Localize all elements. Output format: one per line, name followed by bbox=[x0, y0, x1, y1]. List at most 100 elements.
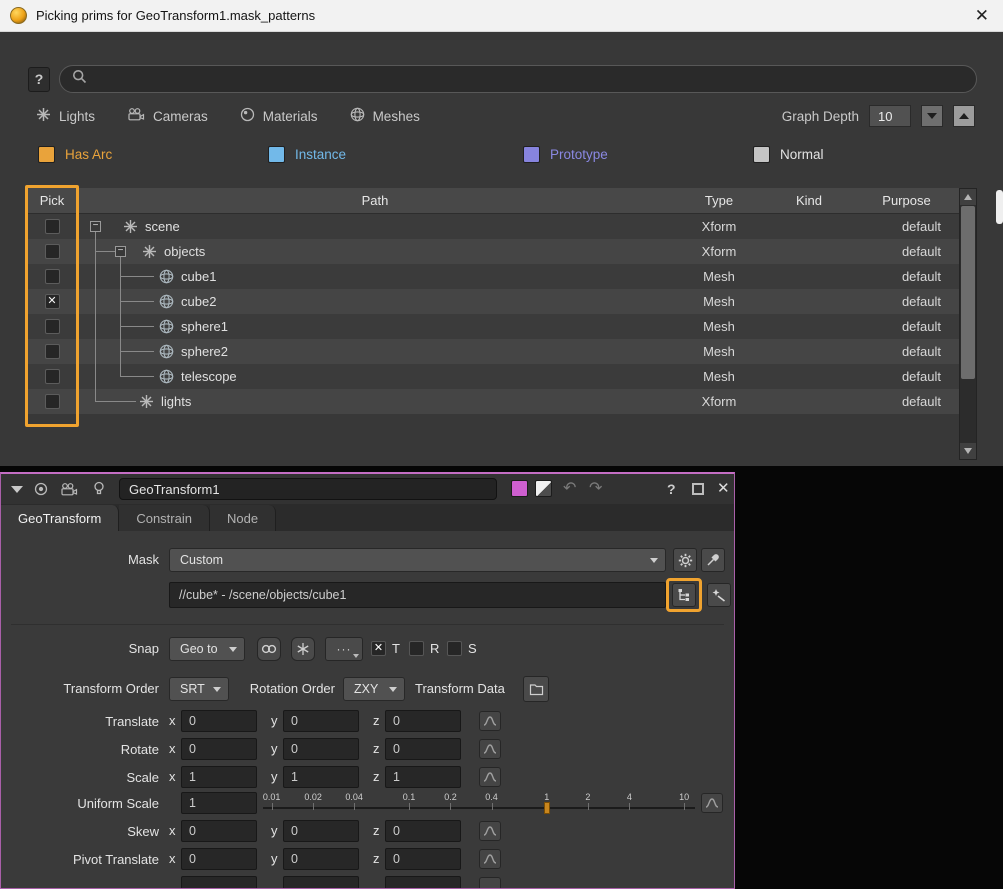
skew-x-field[interactable] bbox=[181, 820, 257, 842]
pick-checkbox[interactable] bbox=[45, 219, 60, 234]
redo-button[interactable]: ↷ bbox=[589, 478, 602, 500]
pivot-translate-y-field[interactable] bbox=[283, 848, 359, 870]
table-row-sphere1[interactable]: sphere1 Mesh default bbox=[28, 314, 959, 339]
panel-help-button[interactable]: ? bbox=[667, 478, 676, 500]
prim-purpose: default bbox=[854, 319, 959, 334]
table-row-telescope[interactable]: telescope Mesh default bbox=[28, 364, 959, 389]
help-button[interactable]: ? bbox=[28, 67, 50, 92]
window-scrollbar-thumb[interactable] bbox=[996, 190, 1003, 224]
slider-tick-label: 1 bbox=[544, 792, 549, 802]
mask-eyedropper-button[interactable] bbox=[701, 548, 725, 572]
pick-checkbox[interactable] bbox=[45, 319, 60, 334]
pick-checkbox[interactable] bbox=[45, 394, 60, 409]
scroll-down-button[interactable] bbox=[960, 443, 976, 459]
mask-pattern-field[interactable] bbox=[169, 582, 666, 608]
pick-checkbox[interactable] bbox=[45, 369, 60, 384]
graph-depth-value[interactable]: 10 bbox=[869, 105, 911, 127]
tab-geotransform[interactable]: GeoTransform bbox=[1, 505, 119, 531]
snap-match-button[interactable] bbox=[257, 637, 281, 661]
uniform-scale-field[interactable] bbox=[181, 792, 257, 814]
has-arc-label: Has Arc bbox=[65, 147, 112, 162]
pivot-translate-x-field[interactable] bbox=[181, 848, 257, 870]
snap-r-checkbox[interactable] bbox=[409, 641, 424, 656]
pick-checkbox[interactable] bbox=[45, 269, 60, 284]
skew-z-field[interactable] bbox=[385, 820, 461, 842]
scale-x-field[interactable] bbox=[181, 766, 257, 788]
pick-from-viewer-button[interactable] bbox=[707, 583, 731, 607]
mask-dropdown[interactable]: Custom bbox=[169, 548, 666, 572]
clipped-animation-button[interactable] bbox=[479, 877, 501, 889]
legend-has-arc: Has Arc bbox=[38, 146, 112, 163]
uniform-scale-animation-button[interactable] bbox=[701, 793, 723, 813]
scale-animation-button[interactable] bbox=[479, 767, 501, 787]
scale-y-field[interactable] bbox=[283, 766, 359, 788]
float-panel-icon[interactable] bbox=[692, 483, 704, 495]
panel-close-button[interactable]: ✕ bbox=[717, 478, 730, 500]
search-input[interactable] bbox=[95, 71, 964, 88]
snap-freeze-button[interactable] bbox=[291, 637, 315, 661]
search-box[interactable] bbox=[59, 65, 977, 93]
tab-node[interactable]: Node bbox=[210, 505, 276, 531]
tab-constrain[interactable]: Constrain bbox=[119, 505, 210, 531]
section-divider bbox=[11, 624, 724, 625]
translate-y-field[interactable] bbox=[283, 710, 359, 732]
translate-z-field[interactable] bbox=[385, 710, 461, 732]
snap-options-button[interactable]: ··· bbox=[325, 637, 363, 661]
skew-animation-button[interactable] bbox=[479, 821, 501, 841]
filter-cameras[interactable]: Cameras bbox=[127, 108, 208, 124]
tree-collapse-toggle[interactable]: − bbox=[90, 221, 101, 232]
gl-color-swatch[interactable] bbox=[535, 480, 552, 497]
clipped-z-field[interactable] bbox=[385, 876, 461, 889]
pick-checkbox-checked[interactable]: ✕ bbox=[45, 294, 60, 309]
scene-graph-picker-button[interactable] bbox=[672, 583, 696, 607]
node-color-swatch[interactable] bbox=[511, 480, 528, 497]
undo-button[interactable]: ↶ bbox=[563, 478, 576, 500]
uniform-scale-slider[interactable]: 0.01 0.02 0.04 0.1 0.2 0.4 1 2 4 10 bbox=[263, 791, 695, 817]
clipped-y-field[interactable] bbox=[283, 876, 359, 889]
rotate-y-field[interactable] bbox=[283, 738, 359, 760]
snap-s-checkbox[interactable] bbox=[447, 641, 462, 656]
filter-meshes[interactable]: Meshes bbox=[350, 107, 420, 125]
scrollbar-thumb[interactable] bbox=[961, 206, 975, 379]
node-name-field[interactable] bbox=[119, 478, 497, 500]
snap-dropdown[interactable]: Geo to bbox=[169, 637, 245, 661]
filter-lights[interactable]: Lights bbox=[36, 107, 95, 125]
center-node-button[interactable] bbox=[29, 478, 53, 500]
filter-materials[interactable]: Materials bbox=[240, 107, 318, 125]
dialog-close-button[interactable]: ✕ bbox=[975, 0, 989, 32]
scale-z-field[interactable] bbox=[385, 766, 461, 788]
flipbook-button[interactable] bbox=[57, 478, 81, 500]
clipped-x-field[interactable] bbox=[181, 876, 257, 889]
pivot-translate-z-field[interactable] bbox=[385, 848, 461, 870]
table-row-lights[interactable]: lights Xform default bbox=[28, 389, 959, 414]
pick-checkbox[interactable] bbox=[45, 244, 60, 259]
graph-depth-increment-button[interactable] bbox=[953, 105, 975, 127]
skew-y-field[interactable] bbox=[283, 820, 359, 842]
scene-graph-picker-dialog: Picking prims for GeoTransform1.mask_pat… bbox=[0, 0, 1003, 466]
column-header-pick: Pick bbox=[28, 193, 76, 208]
tree-collapse-toggle[interactable]: − bbox=[115, 246, 126, 257]
table-row-scene[interactable]: − scene Xform default bbox=[28, 214, 959, 239]
mask-settings-button[interactable] bbox=[673, 548, 697, 572]
table-row-objects[interactable]: − objects Xform default bbox=[28, 239, 959, 264]
snap-t-checkbox[interactable]: ✕ bbox=[371, 641, 386, 656]
rotate-animation-button[interactable] bbox=[479, 739, 501, 759]
pivot-translate-animation-button[interactable] bbox=[479, 849, 501, 869]
transform-data-button[interactable] bbox=[523, 676, 549, 702]
translate-x-field[interactable] bbox=[181, 710, 257, 732]
rotate-x-field[interactable] bbox=[181, 738, 257, 760]
slider-handle[interactable] bbox=[544, 802, 550, 814]
table-row-cube1[interactable]: cube1 Mesh default bbox=[28, 264, 959, 289]
collapse-caret-icon[interactable] bbox=[11, 486, 23, 493]
rotation-order-dropdown[interactable]: ZXY bbox=[343, 677, 405, 701]
table-row-cube2[interactable]: ✕ cube2 Mesh default bbox=[28, 289, 959, 314]
table-scrollbar[interactable] bbox=[959, 188, 977, 460]
pick-checkbox[interactable] bbox=[45, 344, 60, 359]
translate-animation-button[interactable] bbox=[479, 711, 501, 731]
table-row-sphere2[interactable]: sphere2 Mesh default bbox=[28, 339, 959, 364]
transform-order-dropdown[interactable]: SRT bbox=[169, 677, 229, 701]
graph-depth-decrement-button[interactable] bbox=[921, 105, 943, 127]
rotate-z-field[interactable] bbox=[385, 738, 461, 760]
scroll-up-button[interactable] bbox=[960, 189, 976, 205]
lighting-toggle-button[interactable] bbox=[87, 478, 111, 500]
